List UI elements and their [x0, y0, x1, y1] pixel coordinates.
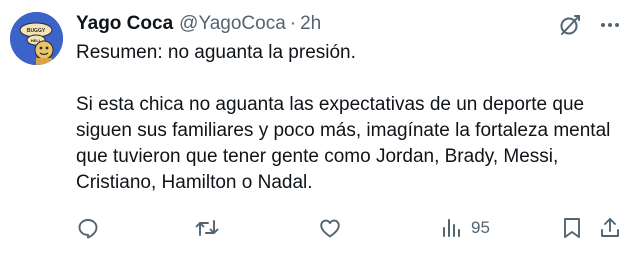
- more-icon[interactable]: [597, 12, 623, 38]
- user-handle[interactable]: @YagoCoca: [179, 13, 286, 35]
- share-icon: [598, 216, 622, 240]
- reply-button[interactable]: [76, 213, 100, 243]
- retweet-icon: [194, 216, 220, 240]
- like-button[interactable]: [318, 213, 342, 243]
- tweet-actions: 95: [76, 213, 625, 243]
- like-icon: [318, 216, 342, 240]
- views-button[interactable]: 95: [441, 213, 490, 243]
- views-count: 95: [471, 218, 490, 237]
- avatar-image: BUGGY HELL: [10, 12, 63, 65]
- reply-icon: [76, 216, 100, 240]
- retweet-button[interactable]: [194, 213, 220, 243]
- header-actions: [557, 12, 623, 38]
- tweet: BUGGY HELL Yago Coca @YagoCoca · 2h Resu…: [0, 0, 635, 263]
- views-icon: [441, 216, 463, 240]
- bookmark-button[interactable]: [561, 213, 583, 243]
- bookmark-icon: [561, 216, 583, 240]
- timestamp[interactable]: 2h: [300, 13, 321, 35]
- tweet-text: Resumen: no aguanta la presión. Si esta …: [76, 42, 611, 193]
- svg-text:BUGGY: BUGGY: [27, 28, 46, 34]
- separator-dot: ·: [289, 13, 297, 34]
- grok-icon[interactable]: [557, 12, 583, 38]
- avatar[interactable]: BUGGY HELL: [10, 12, 63, 65]
- share-button[interactable]: [598, 213, 622, 243]
- display-name[interactable]: Yago Coca: [76, 13, 173, 35]
- tweet-header: Yago Coca @YagoCoca · 2h: [76, 12, 525, 36]
